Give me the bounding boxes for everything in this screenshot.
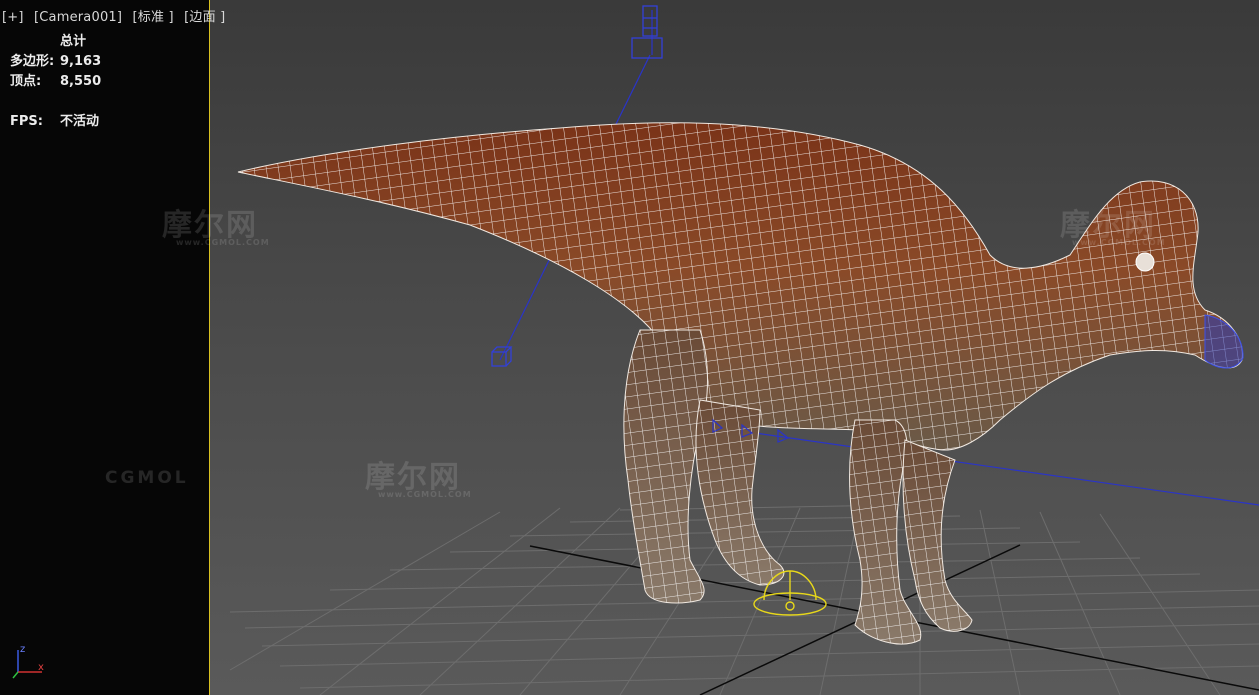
watermark-url-1: www.CGMOL.COM <box>176 238 270 247</box>
axis-tripod-icon: z x <box>12 644 44 679</box>
axis-x-label: x <box>38 662 44 673</box>
stats-verts-label: 顶点: <box>10 74 42 89</box>
stats-fps-label: FPS: <box>10 114 43 129</box>
stats-polys-label: 多边形: <box>10 54 55 69</box>
watermark-logo: CGMOL <box>105 468 189 488</box>
stats-polys-value: 9,163 <box>60 54 102 69</box>
stats-fps-row: FPS: 不活动 <box>10 112 101 132</box>
snout-selection <box>1204 314 1244 369</box>
stats-fps-value: 不活动 <box>60 114 100 129</box>
dinosaur-eye <box>1135 252 1155 272</box>
leg-back-left-wireframe <box>623 330 708 603</box>
stats-verts-row: 顶点: 8,550 <box>10 72 101 92</box>
stats-spacer <box>10 92 101 112</box>
stats-verts-value: 8,550 <box>60 74 102 89</box>
viewport-label-menu: [+] [Camera001] [标准 ] [边面 ] <box>2 6 231 25</box>
axis-z-label: z <box>20 644 25 655</box>
scene-canvas[interactable] <box>0 0 1259 695</box>
dinosaur-body-wireframe <box>238 122 1243 450</box>
viewport-shading-menu[interactable]: [标准 ] <box>133 10 174 25</box>
perspective-viewport[interactable]: 摩尔网 www.CGMOL.COM 摩尔网 www.CGMOL.COM 摩尔网 … <box>0 0 1259 695</box>
scene-statistics: 总计 多边形: 9,163 顶点: 8,550 FPS: 不活动 <box>10 32 101 132</box>
stats-header: 总计 <box>60 34 87 49</box>
stats-polys-row: 多边形: 9,163 <box>10 52 101 72</box>
viewport-general-menu[interactable]: [+] <box>2 10 24 25</box>
watermark-url-3: www.CGMOL.COM <box>1072 238 1166 247</box>
leg-front-right-wireframe <box>903 440 972 632</box>
viewport-display-mode-menu[interactable]: [边面 ] <box>184 10 225 25</box>
viewport-camera-menu[interactable]: [Camera001] <box>34 10 122 25</box>
leg-back-right-wireframe <box>695 400 784 585</box>
watermark-url-2: www.CGMOL.COM <box>378 490 472 499</box>
